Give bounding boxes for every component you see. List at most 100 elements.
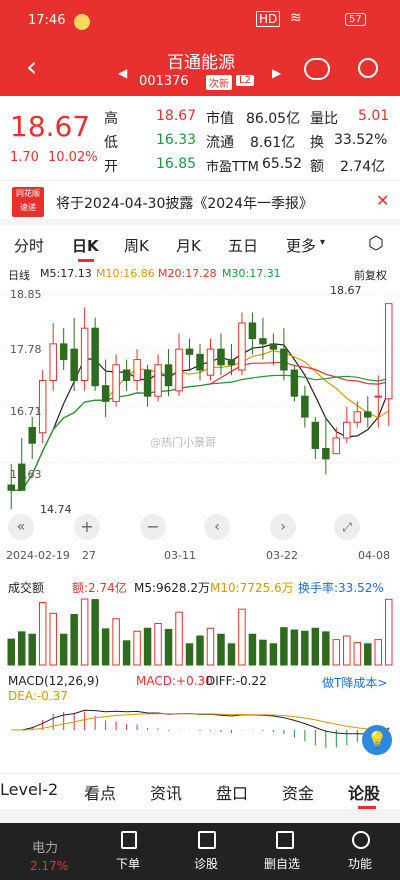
candle <box>290 369 299 397</box>
tab-intraday[interactable]: 分时 <box>14 235 44 256</box>
volume-label[interactable]: 成交额 <box>8 579 44 596</box>
lightbulb-icon[interactable]: 💡 <box>362 725 392 755</box>
candle <box>122 369 131 381</box>
tab-more[interactable]: 更多 <box>286 235 316 256</box>
candle <box>175 348 183 392</box>
robot-icon[interactable] <box>304 58 330 80</box>
notice-badge: 同花顺 速递 <box>12 187 44 217</box>
menu-icon[interactable] <box>352 831 370 849</box>
prev-stock-icon[interactable]: ◀ <box>118 66 127 80</box>
tab-monthly[interactable]: 月K <box>176 235 201 256</box>
volume-bar <box>164 628 173 666</box>
candle <box>101 385 110 402</box>
nav-function[interactable]: 功能 <box>348 855 372 872</box>
volume-bar <box>175 611 183 666</box>
nav-diagnose[interactable]: 诊股 <box>194 855 218 872</box>
low-label: 低 <box>104 135 118 151</box>
turnover: 换手率:33.52% <box>298 581 384 595</box>
volume-bar <box>269 643 278 666</box>
status-bar: 17:46 HD ≋ 57 <box>0 0 400 44</box>
x-axis: 2024-02-19 27 03-11 03-22 04-08 <box>0 549 400 567</box>
ytick-1: 17.78 <box>10 343 42 356</box>
notice-bar[interactable]: 同花顺 速递 将于2024-04-30披露《2024年一季报》 ✕ <box>0 180 400 225</box>
stock-header: ‹ ◀ 百通能源 001376 次新 L2 ▶ <box>0 44 400 96</box>
float-value: 8.61亿 <box>250 135 296 151</box>
candle <box>91 327 99 387</box>
candle <box>385 303 393 400</box>
turn-value: 33.52% <box>334 132 388 148</box>
rewind-icon[interactable]: « <box>8 514 34 540</box>
tab-news[interactable]: 资讯 <box>150 780 182 804</box>
tab-weekly[interactable]: 周K <box>124 235 149 256</box>
ytick-3: 15.63 <box>10 468 42 481</box>
back-icon[interactable]: ‹ <box>26 50 37 83</box>
candle <box>227 359 236 366</box>
zoom-in-icon[interactable]: + <box>74 514 100 540</box>
detail-tabs: Level-2 看点 资讯 盘口 资金 论股 <box>0 773 400 809</box>
candle <box>133 359 141 381</box>
open-value: 16.85 <box>156 156 197 172</box>
volume-chart[interactable] <box>0 595 400 667</box>
scroll-left-icon[interactable]: ‹ <box>204 514 230 540</box>
macd-label[interactable]: MACD(12,26,9) <box>8 674 99 688</box>
diagnose-icon[interactable] <box>198 831 216 849</box>
candle <box>154 364 162 397</box>
scroll-right-icon[interactable]: › <box>270 514 296 540</box>
weibo-icon <box>74 14 90 30</box>
tab-highlights[interactable]: 看点 <box>84 780 116 804</box>
sector-name[interactable]: 电力 <box>32 837 58 856</box>
candle <box>112 364 120 402</box>
macd-link[interactable]: 做T降成本> <box>322 674 387 691</box>
tab-discuss[interactable]: 论股 <box>348 780 380 804</box>
remove-watch-icon[interactable] <box>276 831 294 849</box>
search-icon[interactable] <box>358 58 378 78</box>
candle <box>259 338 267 345</box>
order-icon[interactable] <box>121 831 137 849</box>
tab-orderbook[interactable]: 盘口 <box>216 780 248 804</box>
candle <box>301 395 309 418</box>
nav-remove-watch[interactable]: 删自选 <box>264 855 300 872</box>
candle <box>7 484 15 491</box>
diff-value: DIFF:-0.22 <box>206 674 267 688</box>
m30-label: M30:17.31 <box>222 267 281 280</box>
volume-bar <box>385 598 393 666</box>
tab-level2[interactable]: Level-2 <box>0 780 58 799</box>
high-label: 高 <box>104 111 118 127</box>
candle <box>80 327 89 381</box>
volume-bar <box>17 631 26 666</box>
candle <box>185 348 194 355</box>
volume-legend: 成交额 额:2.74亿 M5:9628.2万 M10:7725.6万 换手率:3… <box>0 577 400 595</box>
fullscreen-icon[interactable]: ⤢ <box>334 514 360 540</box>
watermark: @热门小景哥 <box>150 436 216 449</box>
volume-bar <box>332 639 341 666</box>
volume-bar <box>343 635 351 666</box>
hd-icon: HD <box>256 11 281 27</box>
candle <box>143 369 152 397</box>
chevron-down-icon[interactable]: ▾ <box>320 237 325 248</box>
settings-icon[interactable]: ⬡ <box>368 233 384 254</box>
tab-fiveday[interactable]: 五日 <box>228 235 258 256</box>
adjust-label[interactable]: 前复权 <box>354 267 387 283</box>
ma30-line <box>11 374 389 491</box>
volume-bar <box>122 640 131 666</box>
volume-bar <box>311 627 320 666</box>
volume-bar <box>112 618 120 666</box>
nav-order[interactable]: 下单 <box>116 855 140 872</box>
zoom-out-icon[interactable]: − <box>140 514 166 540</box>
separator <box>0 809 400 823</box>
candle <box>280 348 288 371</box>
candle <box>322 447 330 460</box>
notice-text: 将于2024-04-30披露《2024年一季报》 <box>56 196 313 212</box>
m10-label: M10:16.86 <box>96 267 155 280</box>
tab-active-indicator <box>78 259 94 262</box>
tab-funds[interactable]: 资金 <box>282 780 314 804</box>
tab-daily[interactable]: 日K <box>72 235 99 256</box>
price-change: 1.70 <box>10 150 39 165</box>
next-stock-icon[interactable]: ▶ <box>272 66 281 80</box>
candle <box>332 437 341 455</box>
candle <box>164 364 173 387</box>
volume-bar <box>322 631 330 666</box>
candle <box>374 395 383 398</box>
close-icon[interactable]: ✕ <box>376 191 389 210</box>
volume-bar <box>238 608 246 666</box>
